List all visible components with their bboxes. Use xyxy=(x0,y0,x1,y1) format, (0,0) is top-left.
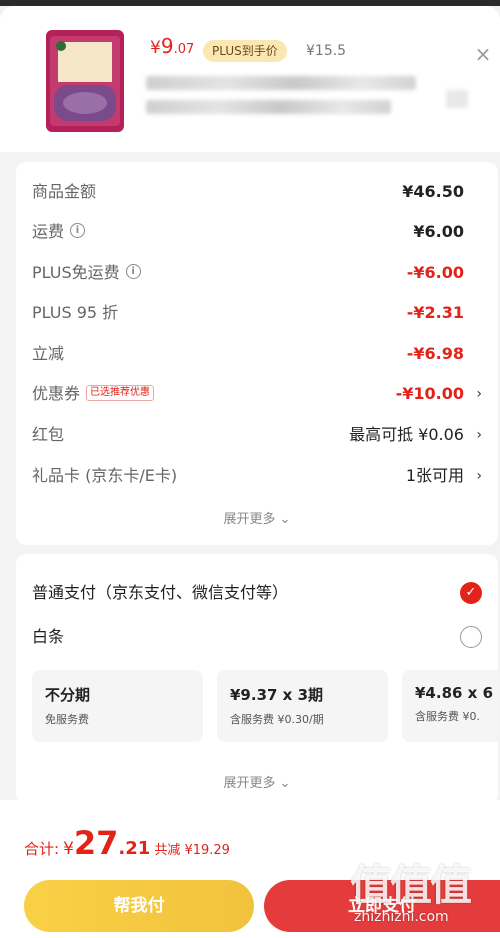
product-title-redacted xyxy=(146,76,426,120)
expand-more-details[interactable]: 展开更多 ⌄ xyxy=(16,508,498,527)
checkout-sheet: ¥9.07 PLUS到手价 ¥15.5 × 商品金额 ¥46.50 运费 i ¥6… xyxy=(0,6,500,938)
close-icon[interactable]: × xyxy=(471,42,495,66)
plan-6-installments[interactable]: ¥4.86 x 6 含服务费 ¥0. xyxy=(402,670,498,742)
chevron-right-icon: › xyxy=(476,468,482,484)
chevron-right-icon: › xyxy=(476,427,482,443)
redacted-mark xyxy=(446,90,468,108)
checkout-footer: 合计: ¥27.21 共减 ¥19.29 帮我付 立即支付 xyxy=(0,800,500,938)
product-thumbnail xyxy=(46,30,124,132)
row-instant-discount: 立减 -¥6.98 xyxy=(32,344,464,363)
row-plus-discount: PLUS 95 折 -¥2.31 xyxy=(32,303,464,322)
payment-method-card: 普通支付（京东支付、微信支付等） ✓ 白条 不分期 免服务费 ¥9.37 x 3… xyxy=(16,554,498,804)
pay-option-standard[interactable]: 普通支付（京东支付、微信支付等） ✓ xyxy=(32,580,482,606)
radio-checked-icon[interactable]: ✓ xyxy=(460,582,482,604)
help-me-pay-button[interactable]: 帮我付 xyxy=(24,880,254,932)
original-price: ¥15.5 xyxy=(306,43,347,59)
product-summary: ¥9.07 PLUS到手价 ¥15.5 × xyxy=(0,6,500,152)
expand-more-plans[interactable]: 展开更多 ⌄ xyxy=(16,772,498,791)
row-red-packet[interactable]: 红包 最高可抵 ¥0.06 › xyxy=(32,423,482,447)
installment-plans: 不分期 免服务费 ¥9.37 x 3期 含服务费 ¥0.30/期 ¥4.86 x… xyxy=(32,670,498,744)
pay-now-button[interactable]: 立即支付 xyxy=(264,880,500,932)
info-icon[interactable]: i xyxy=(125,264,141,279)
row-plus-free-shipping: PLUS免运费 i -¥6.00 xyxy=(32,263,464,282)
chevron-right-icon: › xyxy=(476,386,482,402)
order-total: 合计: ¥27.21 共减 ¥19.29 xyxy=(24,824,230,862)
row-coupon[interactable]: 优惠券 已选推荐优惠 -¥10.00 › xyxy=(32,382,482,406)
plan-no-installment[interactable]: 不分期 免服务费 xyxy=(32,670,203,742)
recommended-coupon-badge: 已选推荐优惠 xyxy=(86,384,155,401)
plus-price-badge: PLUS到手价 xyxy=(203,40,287,62)
row-gift-card[interactable]: 礼品卡 (京东卡/E卡) 1张可用 › xyxy=(32,464,482,488)
plus-price: ¥9.07 xyxy=(150,34,195,58)
pay-option-baitiao[interactable]: 白条 xyxy=(32,624,482,650)
plan-3-installments[interactable]: ¥9.37 x 3期 含服务费 ¥0.30/期 xyxy=(217,670,388,742)
radio-unchecked-icon[interactable] xyxy=(460,626,482,648)
info-icon[interactable]: i xyxy=(70,223,86,238)
row-shipping: 运费 i ¥6.00 xyxy=(32,222,464,241)
row-goods-amount: 商品金额 ¥46.50 xyxy=(32,182,464,201)
price-details-card: 商品金额 ¥46.50 运费 i ¥6.00 PLUS免运费 i -¥6.00 PL… xyxy=(16,162,498,545)
total-savings: 共减 ¥19.29 xyxy=(154,843,230,858)
